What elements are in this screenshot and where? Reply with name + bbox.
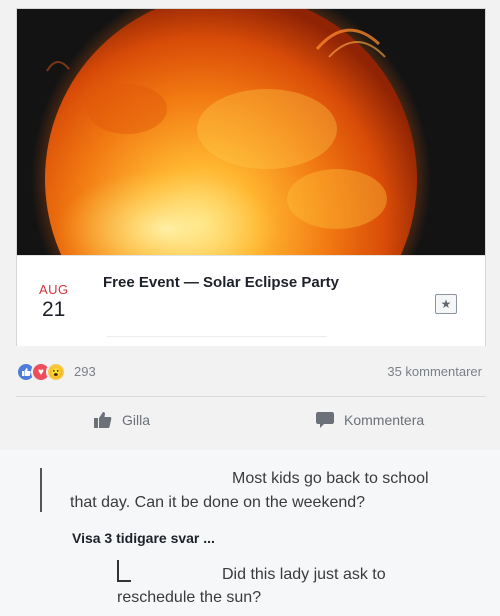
comments-section: Most kids go back to school that day. Ca… xyxy=(0,450,500,616)
wow-icon: 😮 xyxy=(46,362,66,382)
view-previous-replies-link[interactable]: Visa 3 tidigare svar ... xyxy=(72,530,215,546)
reply-thread-line xyxy=(117,580,131,582)
comment-label: Kommentera xyxy=(344,412,425,428)
reply-text: reschedule the sun? xyxy=(117,589,262,606)
save-event-button[interactable]: ★ xyxy=(435,294,457,314)
event-date-month: AUG xyxy=(39,282,69,297)
divider xyxy=(107,336,327,337)
event-card[interactable]: AUG 21 Free Event — Solar Eclipse Party … xyxy=(16,8,486,346)
comment-button[interactable]: Kommentera xyxy=(316,412,424,428)
event-info-row[interactable]: AUG 21 Free Event — Solar Eclipse Party … xyxy=(17,255,485,346)
comment-text: that day. Can it be done on the weekend? xyxy=(70,494,366,511)
star-bookmark-icon: ★ xyxy=(440,297,452,311)
event-date-day: 21 xyxy=(42,298,66,321)
comment-count[interactable]: 35 kommentarer xyxy=(387,364,482,379)
reply-thread-line xyxy=(117,560,119,582)
reply-text: Did this lady just ask to xyxy=(222,566,386,583)
action-bar: Gilla Kommentera xyxy=(16,398,486,450)
thumbs-up-icon xyxy=(94,412,112,428)
sun-image xyxy=(17,9,485,255)
comment-icon xyxy=(316,412,334,428)
reactions-bar: ♥ 😮 293 35 kommentarer xyxy=(16,358,486,386)
event-title[interactable]: Free Event — Solar Eclipse Party xyxy=(103,274,339,291)
comment-thread-line xyxy=(40,468,42,512)
reaction-count[interactable]: 293 xyxy=(74,364,96,379)
like-button[interactable]: Gilla xyxy=(94,412,150,428)
like-label: Gilla xyxy=(122,412,151,428)
divider xyxy=(16,396,486,397)
comment-text: Most kids go back to school xyxy=(232,470,429,487)
event-cover-image[interactable] xyxy=(17,9,485,255)
